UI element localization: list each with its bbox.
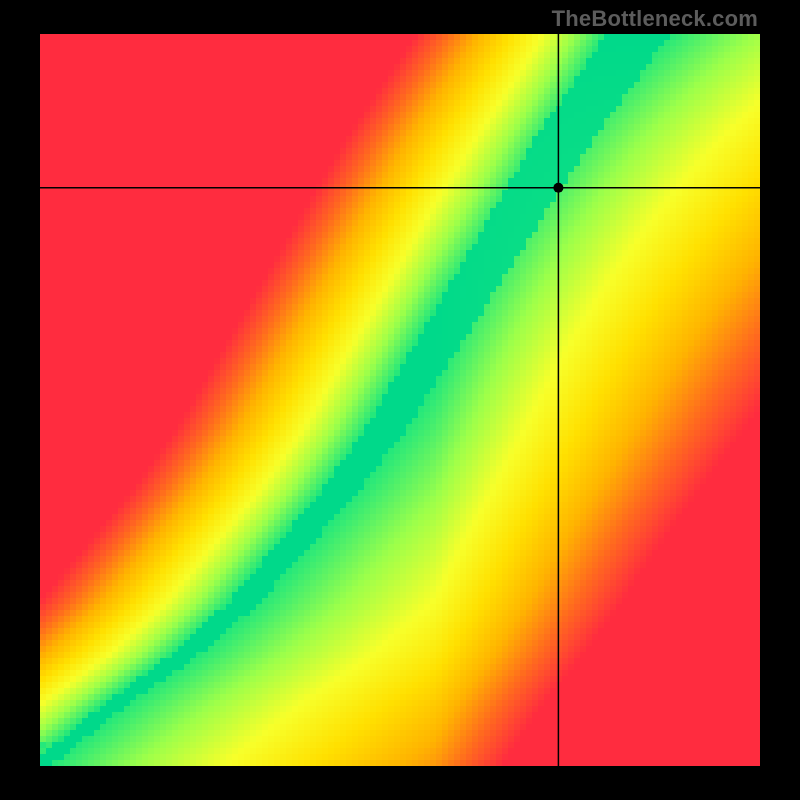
watermark-text: TheBottleneck.com [552, 6, 758, 32]
chart-frame: TheBottleneck.com [0, 0, 800, 800]
crosshair-overlay [40, 34, 760, 766]
